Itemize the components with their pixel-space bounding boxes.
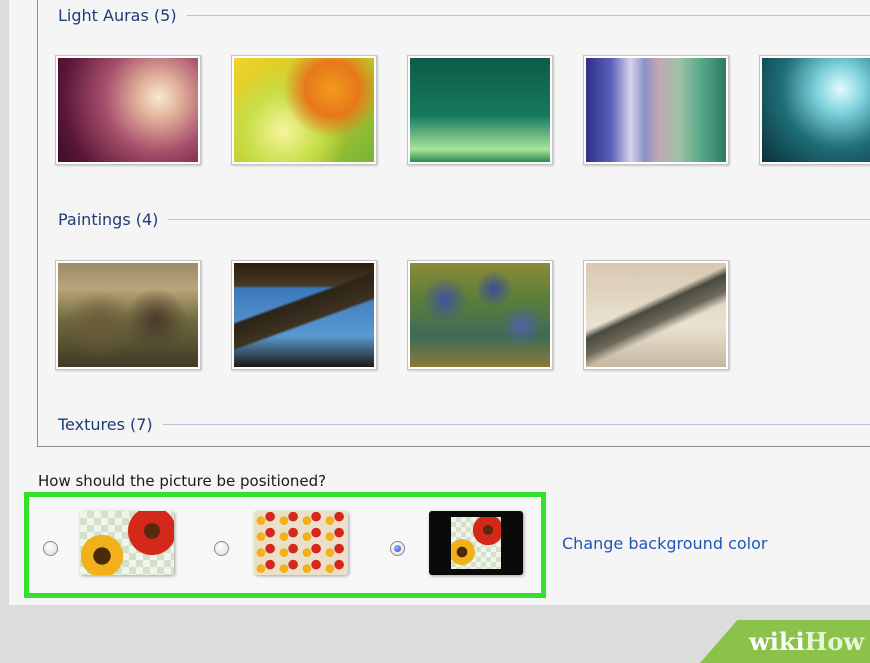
group-header-textures[interactable]: Textures (7) — [58, 415, 870, 434]
watermark-how: How — [804, 627, 864, 656]
watermark-wiki: wiki — [749, 627, 805, 656]
position-fill-preview[interactable] — [80, 511, 174, 575]
position-tile-preview[interactable] — [254, 511, 348, 575]
wallpaper-thumb-painting-2[interactable] — [231, 260, 377, 370]
wallpaper-thumb-painting-4[interactable] — [583, 260, 729, 370]
wallpaper-thumb-aura-3[interactable] — [407, 55, 553, 165]
change-background-color-link[interactable]: Change background color — [562, 534, 767, 553]
wallpaper-gallery: Light Auras (5) Paintings (4) Textures (… — [37, 0, 870, 447]
thumbnail-image — [58, 263, 198, 367]
picture-position-prompt: How should the picture be positioned? — [38, 472, 327, 490]
group-header-light-auras[interactable]: Light Auras (5) — [58, 6, 870, 25]
sunflower-icon — [451, 537, 477, 567]
thumbnail-image — [234, 263, 374, 367]
wallpaper-thumb-painting-3[interactable] — [407, 260, 553, 370]
thumbnail-image — [762, 58, 870, 162]
position-center-radio[interactable] — [390, 541, 405, 556]
thumbnail-image — [410, 263, 550, 367]
group-label: Light Auras (5) — [58, 6, 177, 25]
thumbnail-image — [586, 263, 726, 367]
divider — [186, 15, 870, 16]
group-header-paintings[interactable]: Paintings (4) — [58, 210, 870, 229]
thumbnail-image — [410, 58, 550, 162]
divider — [162, 424, 870, 425]
thumbnail-image — [58, 58, 198, 162]
wallpaper-thumb-painting-1[interactable] — [55, 260, 201, 370]
group-label: Paintings (4) — [58, 210, 159, 229]
divider — [168, 219, 870, 220]
position-center-preview[interactable] — [429, 511, 523, 575]
red-flower-icon — [124, 511, 174, 557]
wallpaper-thumb-aura-4[interactable] — [583, 55, 729, 165]
wallpaper-thumb-aura-5[interactable] — [759, 55, 870, 165]
group-label: Textures (7) — [58, 415, 153, 434]
sunflower-icon — [80, 533, 128, 575]
thumbnail-image — [586, 58, 726, 162]
wallpaper-thumb-aura-1[interactable] — [55, 55, 201, 165]
thumbnail-image — [234, 58, 374, 162]
position-tile-radio[interactable] — [214, 541, 229, 556]
position-fill-radio[interactable] — [43, 541, 58, 556]
wallpaper-thumb-aura-2[interactable] — [231, 55, 377, 165]
red-flower-icon — [471, 517, 501, 547]
picture-position-options — [24, 492, 546, 598]
centered-picture — [451, 517, 501, 569]
